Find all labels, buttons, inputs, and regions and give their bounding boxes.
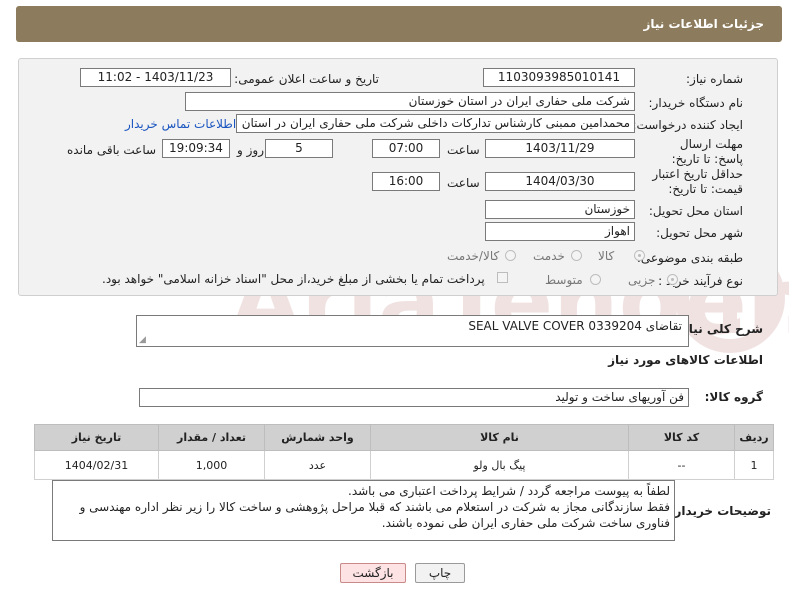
requester-field: محمدامین ممبنی کارشناس تدارکات داخلی شرک… bbox=[236, 114, 635, 133]
price-validity-label: حداقل تاریخ اعتبار قیمت: تا تاریخ: bbox=[652, 167, 743, 196]
cell-name: پیگ بال ولو bbox=[370, 450, 629, 480]
category-radio-goods[interactable] bbox=[634, 250, 645, 261]
buyer-notes-line-3: فناوری ساخت شرکت ملی حفاری ایران طی نمود… bbox=[381, 516, 670, 530]
treasury-payment-checkbox[interactable] bbox=[497, 272, 508, 283]
buyer-notes-line-2: فقط سازندگانی مجاز به شرکت در استعلام می… bbox=[79, 500, 670, 514]
treasury-payment-note: پرداخت تمام یا بخشی از مبلغ خرید،از محل … bbox=[102, 272, 485, 286]
deadline-days-field: 5 bbox=[265, 139, 333, 158]
col-name: نام کالا bbox=[370, 424, 629, 451]
process-option-medium: متوسط bbox=[545, 273, 583, 287]
buyer-org-field: شرکت ملی حفاری ایران در استان خوزستان bbox=[185, 92, 635, 111]
deadline-label: مهلت ارسال پاسخ: تا تاریخ: bbox=[671, 137, 743, 166]
city-label: شهر محل تحویل: bbox=[656, 226, 743, 240]
need-number-field: 1103093985010141 bbox=[483, 68, 635, 87]
description-field: تقاضای SEAL VALVE COVER 0339204 ◢ bbox=[136, 315, 689, 347]
need-number-label: شماره نیاز: bbox=[686, 72, 743, 86]
process-radio-medium[interactable] bbox=[590, 274, 601, 285]
buyer-notes-label: توضیحات خریدار: bbox=[669, 504, 771, 518]
category-option-goods-service: کالا/خدمت bbox=[447, 249, 500, 263]
print-button[interactable]: چاپ bbox=[415, 563, 465, 583]
page-header: جزئیات اطلاعات نیاز bbox=[16, 6, 782, 42]
deadline-days-label: روز و bbox=[237, 143, 264, 157]
buyer-org-label: نام دستگاه خریدار: bbox=[648, 96, 744, 110]
cell-qty: 1,000 bbox=[158, 450, 265, 480]
description-label: شرح کلی نیاز: bbox=[677, 322, 763, 336]
province-label: استان محل تحویل: bbox=[648, 204, 743, 218]
announce-datetime-field: 1403/11/23 - 11:02 bbox=[80, 68, 231, 87]
goods-section-title: اطلاعات کالاهای مورد نیاز bbox=[608, 353, 763, 367]
category-radio-service[interactable] bbox=[571, 250, 582, 261]
deadline-date-field: 1403/11/29 bbox=[485, 139, 635, 158]
col-date: تاریخ نیاز bbox=[34, 424, 159, 451]
remaining-time-field: 19:09:34 bbox=[162, 139, 230, 158]
cell-row: 1 bbox=[734, 450, 774, 480]
items-table: ردیف کد کالا نام کالا واحد شمارش تعداد /… bbox=[34, 424, 774, 480]
process-option-minor: جزیی bbox=[628, 273, 656, 287]
city-field: اهواز bbox=[485, 222, 635, 241]
price-validity-time-field: 16:00 bbox=[372, 172, 440, 191]
category-option-service: خدمت bbox=[533, 249, 565, 263]
goods-group-label: گروه کالا: bbox=[704, 390, 763, 404]
col-code: کد کالا bbox=[628, 424, 735, 451]
table-row: 1 -- پیگ بال ولو عدد 1,000 1404/02/31 bbox=[34, 450, 774, 480]
col-unit: واحد شمارش bbox=[264, 424, 371, 451]
requester-label: ایجاد کننده درخواست: bbox=[632, 118, 743, 132]
category-radio-goods-service[interactable] bbox=[505, 250, 516, 261]
buyer-notes-line-1: لطفاً به پیوست مراجعه گردد / شرایط پرداخ… bbox=[348, 484, 670, 498]
deadline-time-label: ساعت bbox=[447, 143, 480, 157]
resize-grip-icon: ◢ bbox=[139, 335, 146, 345]
category-label: طبقه بندی موضوعی: bbox=[636, 251, 743, 265]
cell-unit: عدد bbox=[264, 450, 371, 480]
goods-group-field: فن آوریهای ساخت و تولید bbox=[139, 388, 689, 407]
description-text: تقاضای SEAL VALVE COVER 0339204 bbox=[468, 319, 682, 333]
price-validity-time-label: ساعت bbox=[447, 176, 480, 190]
col-row: ردیف bbox=[734, 424, 774, 451]
price-validity-date-field: 1404/03/30 bbox=[485, 172, 635, 191]
category-option-goods: کالا bbox=[598, 249, 615, 263]
cell-code: -- bbox=[628, 450, 735, 480]
process-radio-minor[interactable] bbox=[667, 274, 678, 285]
province-field: خوزستان bbox=[485, 200, 635, 219]
cell-date: 1404/02/31 bbox=[34, 450, 159, 480]
items-table-header: ردیف کد کالا نام کالا واحد شمارش تعداد /… bbox=[34, 424, 774, 451]
col-qty: تعداد / مقدار bbox=[158, 424, 265, 451]
back-button[interactable]: بازگشت bbox=[340, 563, 406, 583]
page-title: جزئیات اطلاعات نیاز bbox=[643, 17, 764, 31]
buyer-contact-link[interactable]: اطلاعات تماس خریدار bbox=[125, 117, 236, 131]
buyer-notes-field: لطفاً به پیوست مراجعه گردد / شرایط پرداخ… bbox=[52, 480, 675, 541]
deadline-time-field: 07:00 bbox=[372, 139, 440, 158]
announce-datetime-label: تاریخ و ساعت اعلان عمومی: bbox=[234, 72, 379, 86]
remaining-time-label: ساعت باقی مانده bbox=[67, 143, 157, 157]
